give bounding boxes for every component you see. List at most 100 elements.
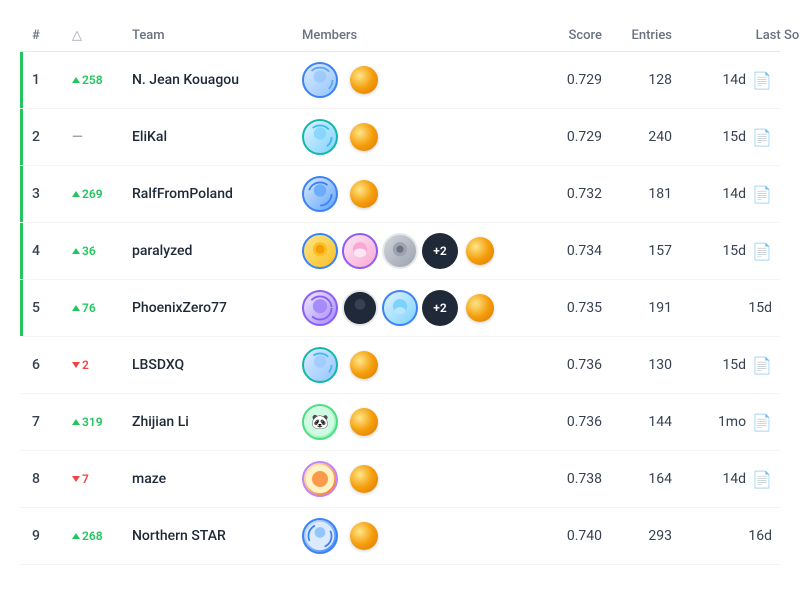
entries-cell: 191 — [602, 300, 672, 316]
table-header: # △ Team Members Score Entries Last Solu… — [20, 20, 780, 52]
rank-cell: 2 — [32, 129, 72, 145]
last-cell: 15d — [672, 300, 772, 316]
arrow-up-icon — [72, 533, 80, 539]
last-cell: 15d 📄 — [672, 242, 772, 261]
members-cell — [302, 461, 522, 497]
change-cell: 2 — [72, 358, 132, 372]
change-cell: 319 — [72, 415, 132, 429]
avatar — [302, 290, 338, 326]
score-cell: 0.732 — [522, 186, 602, 202]
avatar — [302, 119, 338, 155]
col-entries: Entries — [602, 28, 672, 43]
rank-cell: 4 — [32, 243, 72, 259]
change-cell: 258 — [72, 73, 132, 87]
arrow-down-icon — [72, 362, 80, 368]
avatar — [302, 233, 338, 269]
team-name-cell: Zhijian Li — [132, 414, 302, 430]
gold-medal-icon — [466, 294, 494, 322]
extra-members-badge: +2 — [422, 290, 458, 326]
table-row: 9 268 Northern STAR 0.740 293 16d — [20, 508, 780, 565]
avatar — [302, 518, 338, 554]
entries-cell: 240 — [602, 129, 672, 145]
entries-cell: 181 — [602, 186, 672, 202]
team-name-cell: PhoenixZero77 — [132, 300, 302, 316]
last-cell: 16d — [672, 528, 772, 544]
rank-cell: 8 — [32, 471, 72, 487]
members-cell: +2 — [302, 233, 522, 269]
col-rank: # — [32, 28, 72, 43]
solution-icon[interactable]: 📄 — [752, 356, 772, 375]
gold-medal-icon — [466, 237, 494, 265]
team-name-cell: maze — [132, 471, 302, 487]
gold-medal-icon — [350, 123, 378, 151]
solution-icon[interactable]: 📄 — [752, 470, 772, 489]
solution-icon[interactable]: 📄 — [752, 71, 772, 90]
col-members: Members — [302, 28, 522, 43]
team-name-cell: LBSDXQ — [132, 357, 302, 373]
rank-cell: 5 — [32, 300, 72, 316]
avatar — [382, 290, 418, 326]
rank-cell: 9 — [32, 528, 72, 544]
score-cell: 0.740 — [522, 528, 602, 544]
team-name-cell: EliKal — [132, 129, 302, 145]
last-cell: 14d 📄 — [672, 71, 772, 90]
score-cell: 0.736 — [522, 357, 602, 373]
svg-text:🐼: 🐼 — [311, 413, 329, 430]
arrow-down-icon — [72, 476, 80, 482]
entries-cell: 157 — [602, 243, 672, 259]
leaderboard: # △ Team Members Score Entries Last Solu… — [20, 20, 780, 565]
arrow-up-icon — [72, 419, 80, 425]
extra-members-badge: +2 — [422, 233, 458, 269]
avatar — [302, 176, 338, 212]
solution-icon[interactable]: 📄 — [752, 413, 772, 432]
team-name-cell: Northern STAR — [132, 528, 302, 544]
change-cell: 7 — [72, 472, 132, 486]
table-row: 8 7 maze 0.738 164 14d 📄 — [20, 451, 780, 508]
col-last: Last Solution — [672, 28, 800, 43]
change-cell: 36 — [72, 244, 132, 258]
solution-icon[interactable]: 📄 — [752, 185, 772, 204]
members-cell — [302, 62, 522, 98]
table-row: 2 — EliKal 0.729 240 15d 📄 — [20, 109, 780, 166]
rank-cell: 7 — [32, 414, 72, 430]
last-cell: 15d 📄 — [672, 128, 772, 147]
table-row: 6 2 LBSDXQ 0.736 130 15d 📄 — [20, 337, 780, 394]
entries-cell: 164 — [602, 471, 672, 487]
gold-medal-icon — [350, 465, 378, 493]
arrow-up-icon — [72, 77, 80, 83]
last-cell: 14d 📄 — [672, 185, 772, 204]
change-cell: 269 — [72, 187, 132, 201]
rank-cell: 3 — [32, 186, 72, 202]
solution-icon[interactable]: 📄 — [752, 242, 772, 261]
gold-medal-icon — [350, 66, 378, 94]
change-cell: — — [72, 129, 132, 145]
avatar — [302, 461, 338, 497]
score-cell: 0.729 — [522, 129, 602, 145]
arrow-up-icon — [72, 191, 80, 197]
solution-icon[interactable]: 📄 — [752, 128, 772, 147]
col-change: △ — [72, 28, 132, 43]
gold-medal-icon — [350, 408, 378, 436]
gold-medal-icon — [350, 522, 378, 550]
avatar: 🐼 — [302, 404, 338, 440]
score-cell: 0.729 — [522, 72, 602, 88]
gold-medal-icon — [350, 180, 378, 208]
last-cell: 15d 📄 — [672, 356, 772, 375]
gold-medal-icon — [350, 351, 378, 379]
change-cell: 76 — [72, 301, 132, 315]
avatar — [302, 347, 338, 383]
table-row: 7 319 Zhijian Li 🐼 0.736 144 1mo 📄 — [20, 394, 780, 451]
entries-cell: 128 — [602, 72, 672, 88]
table-row: 1 258 N. Jean Kouagou 0.729 128 14d 📄 — [20, 52, 780, 109]
score-cell: 0.736 — [522, 414, 602, 430]
col-score: Score — [522, 28, 602, 43]
entries-cell: 144 — [602, 414, 672, 430]
rank-cell: 1 — [32, 72, 72, 88]
members-cell: +2 — [302, 290, 522, 326]
avatar — [302, 62, 338, 98]
last-cell: 1mo 📄 — [672, 413, 772, 432]
table-row: 4 36 paralyzed +2 0.734 157 15d 📄 — [20, 223, 780, 280]
table-row: 3 269 RalfFromPoland 0.732 181 14d 📄 — [20, 166, 780, 223]
team-name-cell: RalfFromPoland — [132, 186, 302, 202]
last-cell: 14d 📄 — [672, 470, 772, 489]
